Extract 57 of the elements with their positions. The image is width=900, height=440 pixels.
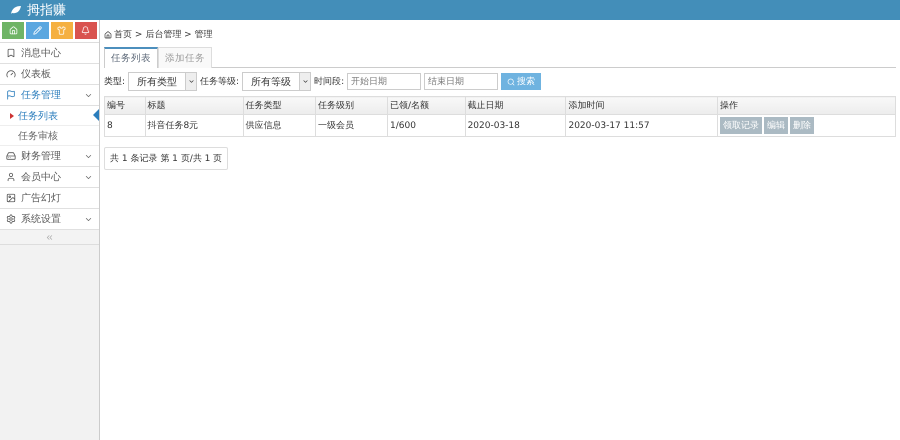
- drive-icon: [6, 151, 16, 161]
- filter-label: 任务等级:: [200, 76, 240, 88]
- table-cell: 2020-03-17 11:57: [566, 114, 718, 136]
- search-icon: [507, 78, 516, 86]
- sidebar-item[interactable]: 任务管理: [0, 85, 99, 106]
- sidebar-item[interactable]: 仪表板: [0, 64, 99, 85]
- start-date-field[interactable]: 开始日期: [347, 73, 422, 90]
- level-select[interactable]: 所有等级: [242, 72, 312, 91]
- shortcut-button[interactable]: [50, 22, 73, 39]
- pencil-icon: [32, 26, 42, 35]
- home-icon: [8, 26, 18, 35]
- sidebar-item[interactable]: 会员中心: [0, 167, 99, 188]
- shortcut-button[interactable]: [74, 22, 97, 39]
- table-cell: 抖音任务8元: [145, 114, 244, 136]
- column-header: 任务类型: [243, 96, 316, 114]
- end-date-field[interactable]: 结束日期: [424, 73, 498, 90]
- filter-label: 时间段:: [314, 76, 344, 88]
- sidebar-item[interactable]: 广告幻灯: [0, 188, 99, 209]
- image-icon: [6, 193, 16, 203]
- column-header: 标题: [145, 96, 244, 114]
- column-header: 操作: [718, 96, 896, 114]
- type-select[interactable]: 所有类型: [128, 72, 198, 91]
- caret-icon: [10, 112, 14, 118]
- settings-icon: [6, 214, 16, 224]
- sidebar-item[interactable]: 系统设置: [0, 209, 99, 230]
- shortcut-button[interactable]: [26, 22, 48, 39]
- shirt-icon: [57, 26, 66, 35]
- table-cell: 1/600: [388, 114, 466, 136]
- breadcrumb-text: 首页 > 后台管理 > 管理: [114, 28, 213, 41]
- table-cell: 2020-03-18: [465, 114, 566, 136]
- submenu-item[interactable]: 任务列表: [0, 106, 99, 126]
- gauge-icon: [6, 69, 16, 79]
- sidebar-item[interactable]: 财务管理: [0, 146, 99, 167]
- pagination-info: 共 1 条记录 第 1 页/共 1 页: [104, 147, 228, 170]
- flag-icon: [6, 90, 16, 100]
- filter-label: 类型:: [104, 76, 126, 88]
- column-header: 已领/名额: [388, 96, 466, 114]
- leaf-icon: [10, 5, 22, 15]
- shortcut-button[interactable]: [2, 22, 24, 39]
- column-header: 截止日期: [465, 96, 566, 114]
- caret-icon: [188, 78, 195, 85]
- app-title: 拇指赚: [27, 2, 66, 19]
- collapse-icon[interactable]: [45, 232, 54, 242]
- home-icon: [104, 30, 112, 38]
- column-header: 添加时间: [566, 96, 718, 114]
- user-icon: [6, 172, 16, 182]
- submenu-item[interactable]: 任务审核: [0, 126, 99, 146]
- bell-icon: [81, 26, 90, 35]
- sidebar-item[interactable]: 消息中心: [0, 43, 99, 64]
- tab[interactable]: 任务列表: [104, 47, 158, 68]
- bookmark-icon: [6, 48, 16, 58]
- column-header: 任务级别: [315, 96, 388, 114]
- caret-icon: [302, 78, 309, 85]
- table-cell: 一级会员: [315, 114, 388, 136]
- column-header: 编号: [104, 96, 145, 114]
- table-cell: 供应信息: [243, 114, 316, 136]
- table-cell: 8: [104, 114, 145, 136]
